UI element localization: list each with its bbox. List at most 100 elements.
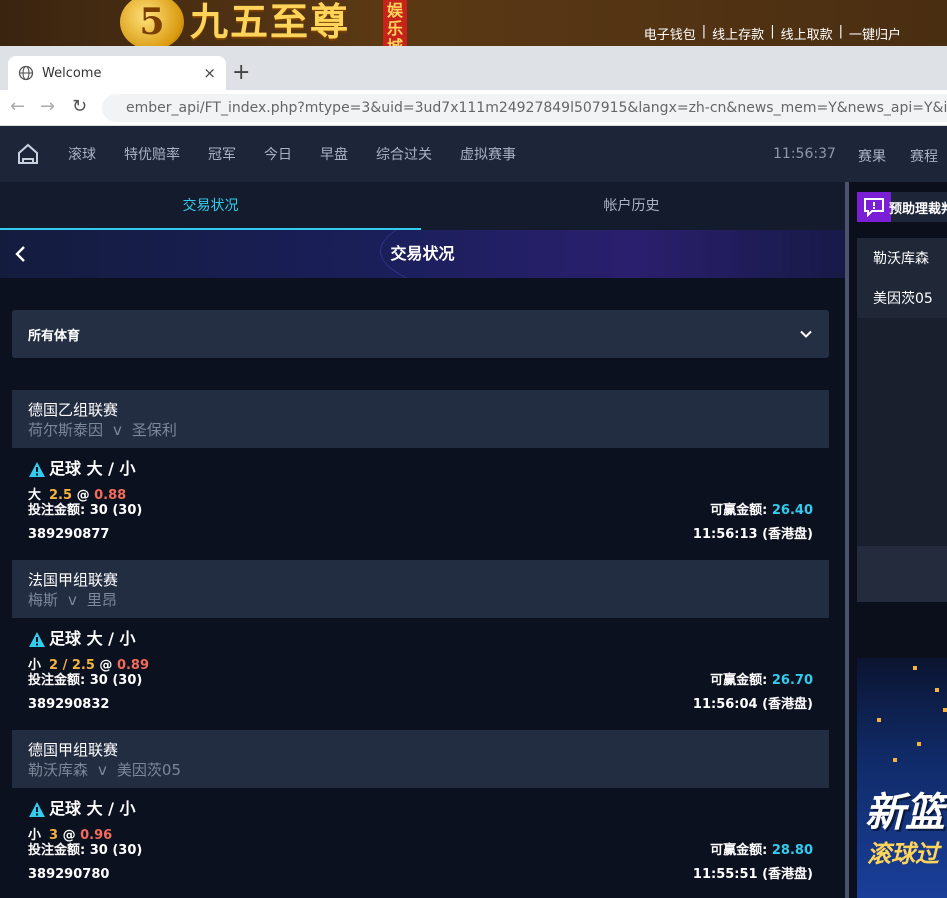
nav-item-champion[interactable]: 冠军 [208,144,236,164]
home-team: 梅斯 [28,591,59,609]
top-link-separator: | [838,24,843,39]
bet-odds: 0.96 [80,828,113,843]
page-title: 交易状况 [390,244,455,263]
vs-label: v [68,591,77,609]
league-name: 德国甲组联赛 [28,741,119,759]
sport-filter-value: 所有体育 [28,328,81,344]
bet-body: 足球 大 / 小 小3 @ 0.96 投注金额: 30 (30) 可赢金额: 2… [12,788,829,898]
nav-right: 赛果 赛程 [858,146,938,166]
chevron-down-icon [800,330,812,338]
bet-body: 足球 大 / 小 小 2 / 2.5 @ 0.89 投注金额: 30 (30) 可… [12,618,829,730]
win-label: 可赢金额: [710,673,768,688]
close-icon[interactable]: × [203,64,216,82]
brand-logo-icon: 5 [120,0,184,46]
bet-side: 大 [28,488,42,503]
sparkle [893,758,897,762]
away-team: 里昂 [86,591,117,609]
bet-type-label: 足球 大 / 小 [49,799,136,818]
win-value: 26.40 [771,503,813,518]
match-team: 勒沃库森 [873,251,929,267]
stake-label: 投注金额: [28,503,86,518]
top-link-withdraw[interactable]: 线上取款 [781,24,833,43]
reload-icon[interactable]: ↻ [72,96,87,117]
forward-arrow-icon[interactable]: → [40,96,55,117]
vs-label: v [113,421,122,439]
nav-item-parlay[interactable]: 综合过关 [376,144,432,164]
url-input[interactable]: ember_api/FT_index.php?mtype=3&uid=3ud7x… [102,94,947,122]
at-sign: @ [99,658,113,673]
match-teams: 梅斯 v 里昂 [28,590,813,610]
warning-icon [29,631,45,647]
stake-value: 30 (30) [89,673,143,688]
tab-account-history[interactable]: 帐户历史 [421,182,842,230]
stake-label: 投注金额: [28,843,86,858]
clock: 11:56:37 [773,146,836,162]
bet-handicap: 2 / 2.5 [49,658,95,673]
nav-item-live[interactable]: 滚球 [68,144,96,164]
at-sign: @ [62,828,76,843]
bet-handicap: 3 [49,828,59,843]
subtabs: 交易状况 帐户历史 [0,182,845,230]
sparkle [943,708,947,712]
bet-type-label: 足球 大 / 小 [49,459,136,478]
bet-side: 小 [28,828,42,843]
match-teams: 勒沃库森 v 美因茨05 [28,760,813,780]
url-text: ember_api/FT_index.php?mtype=3&uid=3ud7x… [126,100,947,116]
ticket-id: 389290832 [28,697,110,712]
nav-item-special-odds[interactable]: 特优赔率 [124,144,180,164]
ticket-row: 389290780 11:55:51 (香港盘) [28,866,813,884]
warning-icon [29,801,45,817]
stake-value: 30 (30) [89,843,143,858]
sparkle [913,666,917,670]
stream-icon[interactable] [857,192,891,222]
browser-tab[interactable]: Welcome × [8,56,226,90]
brand-name: 九五至尊 [190,0,351,44]
away-team: 圣保利 [131,421,177,439]
home-icon[interactable] [16,142,40,166]
win-label: 可赢金额: [710,843,768,858]
top-link-separator: | [701,24,707,39]
browser-tab-title: Welcome [42,65,102,81]
nav-item-schedule[interactable]: 赛程 [910,146,938,166]
nav-items: 滚球 特优赔率 冠军 今日 早盘 综合过关 虚拟赛事 [68,126,544,182]
bet-type: 足球 大 / 小 [28,798,813,820]
bet-body: 足球 大 / 小 大 2.5 @ 0.88 投注金额: 30 (30) 可赢金额:… [12,448,829,560]
win-value: 28.80 [771,843,813,858]
match-list-footer [857,546,947,602]
nav-item-today[interactable]: 今日 [264,144,292,164]
top-link-merge[interactable]: 一键归户 [849,24,901,43]
globe-icon [18,65,34,81]
bet-card: 法国甲组联赛 梅斯 v 里昂 足球 大 / 小 小 2 / 2.5 @ 0.89 投注… [12,560,829,730]
bet-time: 11:55:51 (香港盘) [692,867,813,882]
bet-side: 小 [28,658,42,673]
stake-label: 投注金额: [28,673,86,688]
page-header: 交易状况 [0,230,845,278]
home-team: 荷尔斯泰因 [28,421,104,439]
sport-filter-select[interactable]: 所有体育 [12,310,829,358]
at-sign: @ [76,488,90,503]
nav-item-results[interactable]: 赛果 [858,146,886,166]
top-link-wallet[interactable]: 电子钱包 [644,24,696,43]
nav-item-virtual[interactable]: 虚拟赛事 [460,144,516,164]
bet-type: 足球 大 / 小 [28,628,813,650]
vs-label: v [98,761,107,779]
top-link-deposit[interactable]: 线上存款 [712,24,764,43]
nav-item-early[interactable]: 早盘 [320,144,348,164]
browser-tabstrip: Welcome × + [0,46,947,90]
brand-banner: 5 九五至尊 娱乐城 电子钱包 | 线上存款 | 线上取款 | 一键归户 [0,0,947,46]
stake-row: 投注金额: 30 (30) 可赢金额: 26.40 [28,502,813,520]
stake-row: 投注金额: 30 (30) 可赢金额: 28.80 [28,842,813,860]
stake-value: 30 (30) [89,503,143,518]
new-tab-button[interactable]: + [232,60,250,85]
back-arrow-icon[interactable]: ← [10,96,25,117]
promo-subtitle: 滚球过 [867,840,939,868]
bet-card: 德国乙组联赛 荷尔斯泰因 v 圣保利 足球 大 / 小 大 2.5 @ 0.88 投注… [12,390,829,560]
sparkle [935,688,939,692]
bet-odds: 0.88 [94,488,127,503]
match-list: 勒沃库森 美因茨05 [857,238,947,548]
promo-banner[interactable]: 新篮 滚球过 [857,658,947,898]
right-panel: 预助理裁判 勒沃库森 美因茨05 新篮 滚球过 [849,182,947,898]
tab-transactions[interactable]: 交易状况 [0,182,421,230]
bet-type-label: 足球 大 / 小 [49,629,136,648]
bet-time: 11:56:04 (香港盘) [692,697,813,712]
